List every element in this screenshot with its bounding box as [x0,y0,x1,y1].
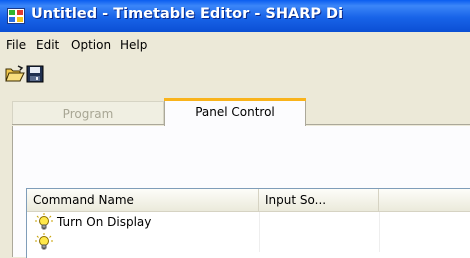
tab-baseline [306,124,470,125]
lightbulb-icon [35,213,53,231]
command-list[interactable]: Command Name Input So... Turn On Display [26,188,470,258]
tab-panel-control-label: Panel Control [195,105,275,119]
command-name-cell: Turn On Display [57,215,152,229]
title-bar[interactable]: Untitled - Timetable Editor - SHARP Di [0,0,470,32]
menu-help[interactable]: Help [116,36,151,54]
menu-file[interactable]: File [2,36,30,54]
cell-divider [379,212,380,232]
save-disk-icon [26,65,44,83]
cell-divider [379,232,380,252]
column-header-extra[interactable] [379,189,470,211]
list-item[interactable]: Turn On Display [27,212,470,232]
cell-divider [259,232,260,252]
tab-baseline [12,124,164,125]
save-button[interactable] [24,63,46,85]
list-header: Command Name Input So... [27,189,470,212]
list-item[interactable] [27,232,470,252]
cell-divider [259,212,260,232]
menu-option[interactable]: Option [67,36,115,54]
active-tab-accent [164,98,306,101]
open-folder-icon [5,65,25,82]
menu-bar: File Edit Option Help [0,34,470,56]
column-header-command-name[interactable]: Command Name [27,189,259,211]
lightbulb-icon [35,233,53,251]
column-header-input-source[interactable]: Input So... [259,189,379,211]
window-title: Untitled - Timetable Editor - SHARP Di [31,6,344,22]
tab-panel-control[interactable]: Panel Control [164,98,306,126]
timetable-app-icon [7,8,25,24]
tab-program[interactable]: Program [12,101,164,125]
open-button[interactable] [3,63,25,85]
toolbar [0,58,470,88]
menu-edit[interactable]: Edit [32,36,63,54]
